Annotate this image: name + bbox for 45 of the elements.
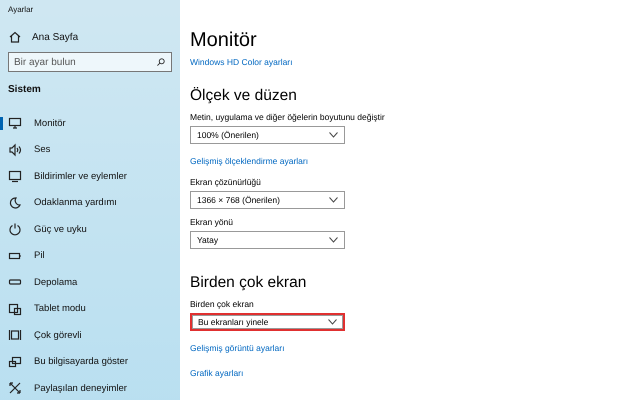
search-field[interactable]: Bir ayar bulun: [8, 52, 172, 72]
settings-link[interactable]: Gelişmiş görüntü ayarları: [190, 343, 284, 353]
section-heading: Birden çok ekran: [190, 273, 308, 293]
chevron-down-icon: [329, 237, 338, 243]
projector-icon: [8, 354, 22, 369]
sidebar-item[interactable]: Pil: [0, 242, 180, 269]
dropdown[interactable]: Bu ekranları yinele: [190, 313, 345, 331]
page-title: Monitör: [190, 28, 258, 52]
sidebar-item[interactable]: Paylaşılan deneyimler: [0, 375, 180, 400]
window-title: Ayarlar: [7, 4, 34, 16]
dropdown[interactable]: 1366 × 768 (Önerilen): [190, 191, 345, 209]
field-label: Birden çok ekran: [190, 299, 255, 309]
sidebar-item[interactable]: Monitör: [0, 110, 180, 136]
sidebar-item[interactable]: Güç ve uyku: [0, 216, 180, 242]
sidebar-item[interactable]: Bu bilgisayarda göster: [0, 348, 180, 375]
settings-link[interactable]: Gelişmiş ölçeklendirme ayarları: [190, 156, 308, 166]
chevron-down-icon: [328, 319, 337, 325]
monitor-icon: [8, 116, 22, 130]
sidebar-item[interactable]: Çok görevli: [0, 322, 180, 348]
search-icon: [156, 57, 166, 67]
multitask-icon: [8, 328, 22, 342]
chevron-down-icon: [329, 197, 338, 203]
settings-link[interactable]: Windows HD Color ayarları: [190, 57, 292, 67]
tablet-icon: [8, 302, 22, 316]
speaker-icon: [8, 142, 22, 157]
sidebar-item[interactable]: Bildirimler ve eylemler: [0, 163, 180, 190]
sidebar-item[interactable]: Ses: [0, 136, 180, 163]
field-label: Ekran çözünürlüğü: [190, 177, 262, 187]
dropdown[interactable]: Yatay: [190, 231, 345, 249]
home-icon: [8, 30, 22, 44]
moon-icon: [8, 196, 22, 210]
field-label: Ekran yönü: [190, 217, 234, 227]
sidebar-item[interactable]: Depolama: [0, 269, 180, 296]
chevron-down-icon: [329, 132, 338, 138]
dropdown[interactable]: 100% (Önerilen): [190, 126, 345, 144]
notification-icon: [8, 169, 22, 184]
power-icon: [8, 222, 22, 236]
section-heading: Ölçek ve düzen: [190, 86, 298, 106]
settings-link[interactable]: Grafik ayarları: [190, 368, 244, 378]
home-item[interactable]: Ana Sayfa: [0, 22, 180, 50]
field-label: Metin, uygulama ve diğer öğelerin boyutunu değiştir: [190, 112, 386, 122]
section-title: Sistem: [7, 83, 42, 97]
sidebar-item[interactable]: Odaklanma yardımı: [0, 190, 180, 216]
sidebar-item[interactable]: Tablet modu: [0, 296, 180, 322]
crossed-arrows-icon: [8, 381, 22, 396]
